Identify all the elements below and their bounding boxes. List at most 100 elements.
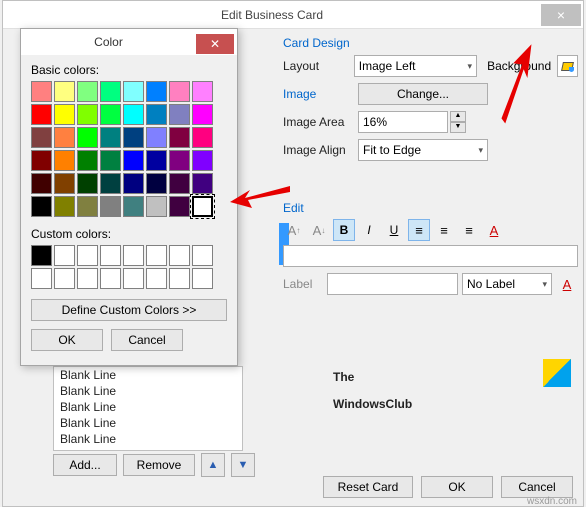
italic-button[interactable]: I	[358, 219, 380, 241]
custom-color-swatch[interactable]	[146, 268, 167, 289]
color-ok-button[interactable]: OK	[31, 329, 103, 351]
list-item[interactable]: Blank Line	[54, 431, 242, 447]
bold-button[interactable]: B	[333, 219, 355, 241]
label-color-icon[interactable]: A	[556, 273, 578, 295]
color-swatch[interactable]	[31, 104, 52, 125]
no-label-combo[interactable]: No Label ▾	[462, 273, 552, 295]
color-swatch[interactable]	[146, 173, 167, 194]
color-swatch[interactable]	[31, 127, 52, 148]
font-color-icon[interactable]: A	[483, 219, 505, 241]
color-swatch[interactable]	[169, 127, 190, 148]
color-swatch[interactable]	[146, 150, 167, 171]
list-item[interactable]: Blank Line	[54, 383, 242, 399]
layout-combo[interactable]: Image Left ▾	[354, 55, 477, 77]
custom-color-swatch[interactable]	[31, 245, 52, 266]
decrease-font-icon[interactable]: A↓	[308, 219, 330, 241]
custom-color-swatch[interactable]	[54, 268, 75, 289]
color-swatch[interactable]	[31, 81, 52, 102]
color-swatch[interactable]	[77, 127, 98, 148]
align-left-icon[interactable]: ≡	[408, 219, 430, 241]
custom-color-swatch[interactable]	[77, 268, 98, 289]
custom-color-swatch[interactable]	[123, 268, 144, 289]
custom-color-swatch[interactable]	[123, 245, 144, 266]
color-swatch[interactable]	[169, 173, 190, 194]
color-swatch[interactable]	[169, 104, 190, 125]
color-swatch[interactable]	[123, 81, 144, 102]
cancel-button[interactable]: Cancel	[501, 476, 573, 498]
ok-button[interactable]: OK	[421, 476, 493, 498]
color-swatch[interactable]	[100, 81, 121, 102]
color-swatch[interactable]	[100, 196, 121, 217]
color-swatch[interactable]	[77, 104, 98, 125]
color-swatch[interactable]	[54, 150, 75, 171]
color-swatch[interactable]	[54, 173, 75, 194]
color-swatch[interactable]	[123, 127, 144, 148]
custom-color-swatch[interactable]	[192, 245, 213, 266]
align-center-icon[interactable]: ≡	[433, 219, 455, 241]
color-swatch[interactable]	[123, 196, 144, 217]
color-swatch[interactable]	[77, 196, 98, 217]
color-swatch[interactable]	[146, 104, 167, 125]
color-swatch[interactable]	[192, 173, 213, 194]
custom-color-swatch[interactable]	[146, 245, 167, 266]
custom-color-swatch[interactable]	[192, 268, 213, 289]
change-image-button[interactable]: Change...	[358, 83, 488, 105]
color-swatch[interactable]	[169, 150, 190, 171]
color-swatch[interactable]	[54, 196, 75, 217]
custom-color-swatch[interactable]	[77, 245, 98, 266]
color-swatch[interactable]	[31, 196, 52, 217]
color-swatch[interactable]	[123, 150, 144, 171]
color-swatch[interactable]	[77, 150, 98, 171]
define-custom-colors-button[interactable]: Define Custom Colors >>	[31, 299, 227, 321]
color-swatch[interactable]	[192, 196, 213, 217]
close-icon[interactable]: ×	[541, 4, 581, 26]
remove-field-button[interactable]: Remove	[123, 454, 195, 476]
image-align-combo[interactable]: Fit to Edge ▾	[358, 139, 488, 161]
color-swatch[interactable]	[100, 127, 121, 148]
color-swatch[interactable]	[123, 104, 144, 125]
color-swatch[interactable]	[54, 104, 75, 125]
underline-button[interactable]: U	[383, 219, 405, 241]
color-swatch[interactable]	[192, 104, 213, 125]
custom-color-swatch[interactable]	[100, 268, 121, 289]
move-up-button[interactable]: ▲	[201, 453, 225, 477]
color-swatch[interactable]	[169, 81, 190, 102]
list-item[interactable]: Blank Line	[54, 415, 242, 431]
image-area-input[interactable]	[358, 111, 448, 133]
add-field-button[interactable]: Add...	[53, 454, 117, 476]
color-swatch[interactable]	[54, 127, 75, 148]
move-down-button[interactable]: ▼	[231, 453, 255, 477]
color-swatch[interactable]	[77, 81, 98, 102]
color-swatch[interactable]	[192, 127, 213, 148]
color-swatch[interactable]	[146, 81, 167, 102]
color-swatch[interactable]	[100, 150, 121, 171]
color-swatch[interactable]	[192, 81, 213, 102]
custom-color-swatch[interactable]	[31, 268, 52, 289]
custom-color-swatch[interactable]	[100, 245, 121, 266]
color-swatch[interactable]	[146, 127, 167, 148]
edit-text-input[interactable]	[283, 245, 578, 267]
custom-color-swatch[interactable]	[169, 268, 190, 289]
list-item[interactable]: Blank Line	[54, 367, 242, 383]
color-swatch[interactable]	[77, 173, 98, 194]
align-right-icon[interactable]: ≡	[458, 219, 480, 241]
reset-card-button[interactable]: Reset Card	[323, 476, 413, 498]
background-color-button[interactable]	[557, 55, 578, 77]
label-input[interactable]	[327, 273, 458, 295]
fields-listbox[interactable]: Blank LineBlank LineBlank LineBlank Line…	[53, 366, 243, 451]
color-cancel-button[interactable]: Cancel	[111, 329, 183, 351]
custom-color-swatch[interactable]	[54, 245, 75, 266]
close-icon[interactable]: ✕	[196, 34, 234, 54]
color-swatch[interactable]	[169, 196, 190, 217]
spin-down-icon[interactable]: ▼	[450, 122, 466, 133]
color-swatch[interactable]	[54, 81, 75, 102]
increase-font-icon[interactable]: A↑	[283, 219, 305, 241]
color-swatch[interactable]	[123, 173, 144, 194]
image-area-spinner[interactable]: ▲ ▼	[358, 111, 466, 133]
list-item[interactable]: Blank Line	[54, 399, 242, 415]
color-swatch[interactable]	[192, 150, 213, 171]
spin-up-icon[interactable]: ▲	[450, 111, 466, 122]
color-swatch[interactable]	[146, 196, 167, 217]
color-swatch[interactable]	[31, 173, 52, 194]
color-swatch[interactable]	[100, 173, 121, 194]
